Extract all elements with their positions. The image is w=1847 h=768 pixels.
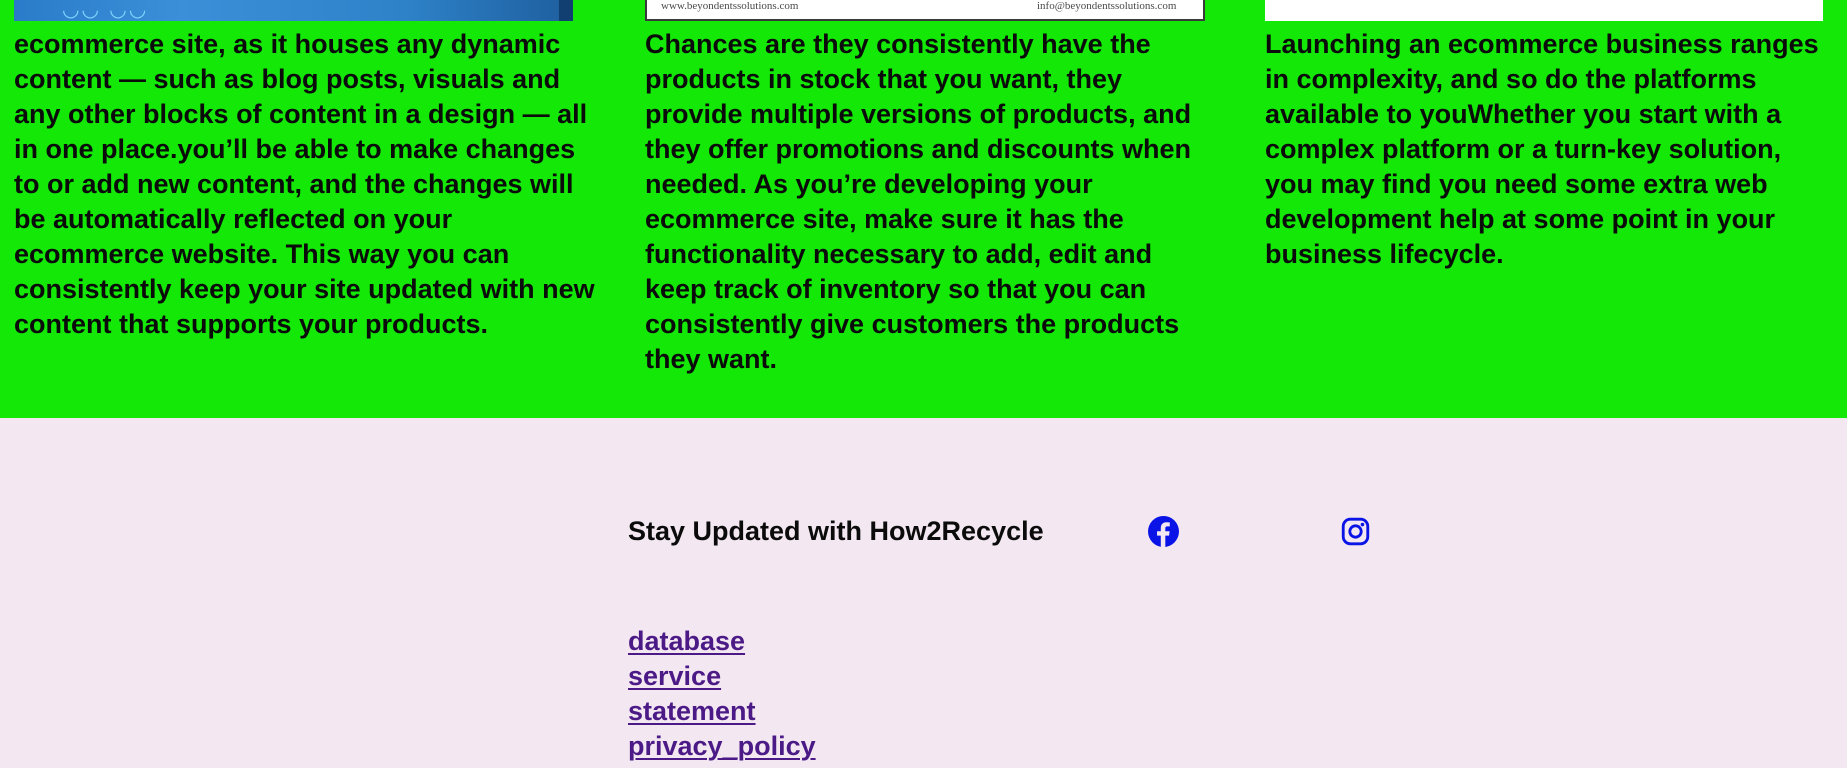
- column-1-text: ecommerce site, as it houses any dynamic…: [14, 29, 595, 339]
- business-card-image: www.beyondentssolutions.com info@beyonde…: [645, 0, 1205, 21]
- wave-decoration: ◡◡ ◡◡: [62, 0, 149, 21]
- statement-link[interactable]: statement: [628, 696, 756, 726]
- footer-link-item: statement: [628, 694, 816, 729]
- footer-link-item: database: [628, 624, 816, 659]
- footer-link-item: service: [628, 659, 816, 694]
- content-section: ◡◡ ◡◡ ecommerce site, as it houses any d…: [0, 0, 1847, 418]
- database-link[interactable]: database: [628, 626, 745, 656]
- stay-updated-heading: Stay Updated with How2Recycle: [628, 516, 1044, 546]
- card-email-text: info@beyondentssolutions.com: [1037, 0, 1177, 12]
- service-link[interactable]: service: [628, 661, 721, 691]
- column-3-text: Launching an ecommerce business ranges i…: [1265, 29, 1819, 269]
- facebook-icon[interactable]: [1148, 516, 1179, 547]
- footer-link-item: privacy_policy: [628, 729, 816, 764]
- card-website-text: www.beyondentssolutions.com: [661, 0, 799, 12]
- instagram-icon[interactable]: [1340, 516, 1371, 547]
- blue-banner-image: ◡◡ ◡◡: [14, 0, 573, 21]
- column-2-text: Chances are they consistently have the p…: [645, 29, 1192, 374]
- image-corner: [559, 0, 573, 21]
- white-image: [1265, 0, 1823, 21]
- footer-links: database service statement privacy_polic…: [628, 624, 816, 764]
